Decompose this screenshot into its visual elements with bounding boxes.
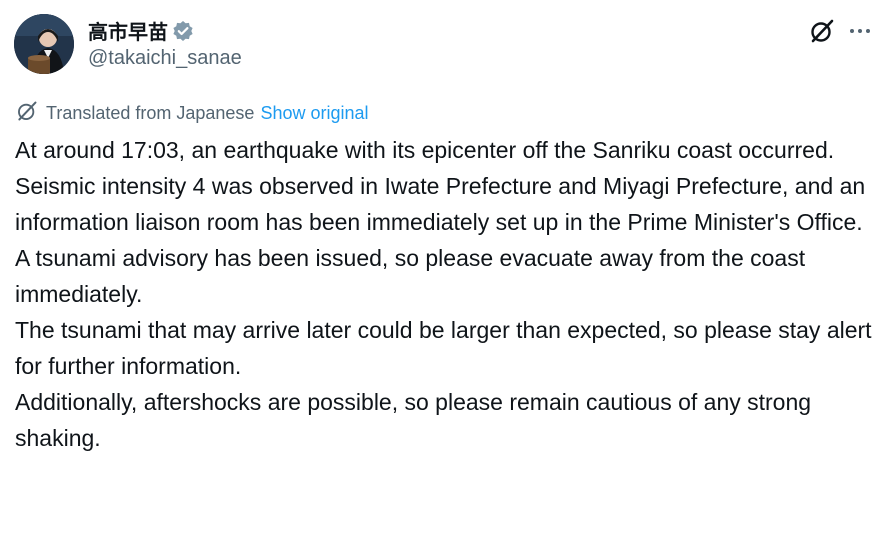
tweet-line: The tsunami that may arrive later could … xyxy=(15,317,872,379)
tweet-header: 高市早苗 @takaichi_sanae xyxy=(14,12,877,76)
tweet-line: Seismic intensity 4 was observed in Iwat… xyxy=(15,173,866,235)
tweet-line: A tsunami advisory has been issued, so p… xyxy=(15,245,806,307)
avatar-image xyxy=(14,14,74,74)
tweet-actions xyxy=(805,14,877,48)
translated-label: Translated from Japanese xyxy=(46,103,255,123)
verified-badge-icon xyxy=(172,20,194,42)
show-original-link[interactable]: Show original xyxy=(260,103,368,124)
more-icon xyxy=(850,29,870,33)
author-name-row: 高市早苗 xyxy=(88,16,194,45)
tweet-line: Additionally, aftershocks are possible, … xyxy=(15,389,812,451)
display-name[interactable]: 高市早苗 xyxy=(88,16,168,45)
tweet-line: At around 17:03, an earthquake with its … xyxy=(15,137,835,163)
grok-button[interactable] xyxy=(805,14,839,48)
translation-bar: Translated from Japanese Show original xyxy=(16,100,369,127)
grok-icon xyxy=(811,19,834,43)
avatar[interactable] xyxy=(14,14,74,74)
tweet-text: At around 17:03, an earthquake with its … xyxy=(15,132,877,456)
grok-translate-icon xyxy=(16,100,38,127)
more-options-button[interactable] xyxy=(843,14,877,48)
handle[interactable]: @takaichi_sanae xyxy=(88,47,242,70)
